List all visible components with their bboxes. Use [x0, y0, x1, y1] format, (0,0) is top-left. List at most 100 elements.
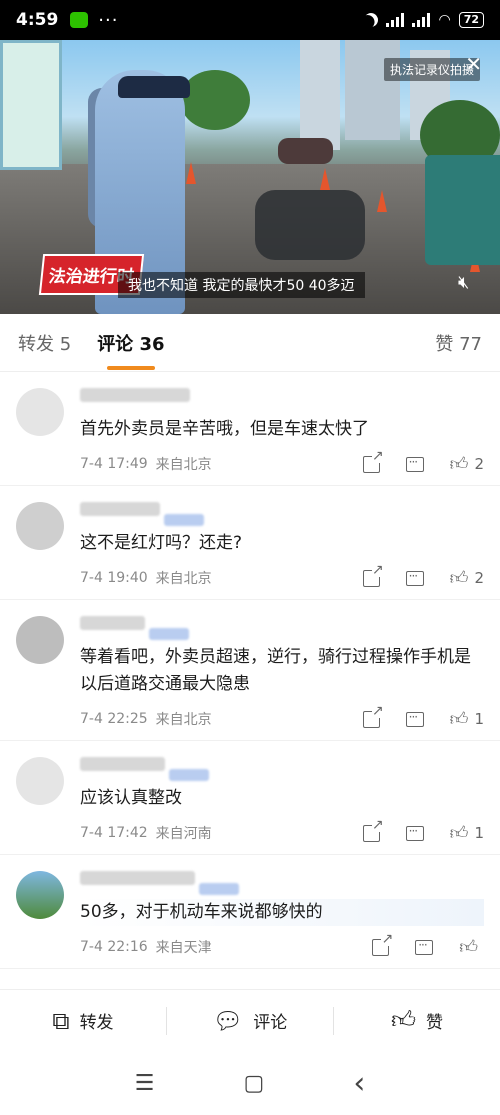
avatar[interactable] [16, 616, 64, 664]
share-button[interactable] [362, 448, 384, 473]
share-button[interactable] [362, 703, 384, 728]
status-bar: 4:59 ··· ◠ 72 [0, 0, 500, 40]
comment-text: 应该认真整改 [80, 788, 182, 808]
comment-icon: 💬︎ [212, 1006, 244, 1035]
comment-text: 这不是红灯吗？还走? [80, 533, 243, 553]
officer-cap [118, 76, 190, 98]
repost-button[interactable]: ⧉ 转发 [0, 1007, 166, 1035]
comment-icon [405, 455, 424, 472]
comment-text: 50多，对于机动车来说都够快的 [80, 899, 484, 926]
battery-indicator: 72 [458, 12, 484, 28]
more-notifications-icon: ··· [98, 9, 119, 31]
comment-time: 7-4 22:16 [80, 939, 148, 955]
video-subtitle: 我也不知道 我定的最快才50 40多迈 [118, 272, 365, 298]
comment-text: 等着看吧，外卖员超速，逆行，骑行过程操作手机是以后道路交通最大隐患 [80, 647, 471, 694]
avatar[interactable] [16, 502, 64, 550]
comment-icon [415, 938, 434, 955]
username-blurred[interactable] [80, 388, 190, 402]
like-button[interactable]: 👍︎ 1 [450, 822, 484, 844]
menu-icon[interactable]: ☰ [135, 1071, 155, 1096]
comment-location: 来自北京 [155, 571, 212, 587]
reply-button[interactable] [405, 710, 424, 727]
like-count: 1 [474, 710, 484, 728]
video-player[interactable]: 执法记录仪拍摄 ✕ 法治进行时 我也不知道 我定的最快才50 40多迈 🔇︎ [0, 40, 500, 314]
thumbs-up-icon: 👍︎ [449, 709, 469, 730]
share-icon [372, 931, 394, 956]
bottom-action-bar: ⧉ 转发 💬︎ 评论 👍︎ 赞 [0, 989, 500, 1051]
like-button[interactable]: 👍︎ [459, 936, 484, 958]
share-icon [362, 448, 384, 473]
tab-bar: 转发 5 评论 36 赞 77 [0, 314, 500, 372]
repost-label: 转发 [79, 1013, 114, 1033]
comment-location: 来自北京 [155, 457, 212, 473]
tab-reposts[interactable]: 转发 5 [18, 330, 71, 356]
comment-item[interactable]: 这不是红灯吗？还走? 7-4 19:40 来自北京 👍︎ 2 [0, 486, 500, 600]
do-not-disturb-icon [362, 10, 381, 29]
comment-icon [405, 569, 424, 586]
comment-button[interactable]: 💬︎ 评论 [167, 1007, 333, 1035]
share-button[interactable] [372, 931, 394, 956]
home-icon[interactable]: ▢ [243, 1071, 264, 1096]
comment-time: 7-4 22:25 [80, 711, 148, 727]
comment-item[interactable]: 50多，对于机动车来说都够快的 7-4 22:16 来自天津 👍︎ [0, 855, 500, 969]
share-icon [362, 817, 384, 842]
username-blurred[interactable] [80, 871, 195, 885]
system-nav-bar: ☰ ▢ ‹ [0, 1051, 500, 1115]
fallen-scooter [255, 190, 365, 260]
thumbs-up-icon: 👍︎ [449, 454, 469, 475]
comment-icon [405, 824, 424, 841]
like-button[interactable]: 👍︎ 2 [450, 453, 484, 475]
comment-location: 来自天津 [155, 940, 212, 956]
username-blurred[interactable] [80, 616, 145, 630]
thumbs-up-icon: 👍︎ [459, 937, 478, 958]
truck [425, 155, 500, 265]
user-badge-blurred [169, 769, 209, 781]
status-time: 4:59 [16, 10, 59, 30]
reply-button[interactable] [415, 938, 434, 955]
comment-time: 7-4 17:49 [80, 456, 148, 472]
comment-location: 来自河南 [155, 826, 212, 842]
car [278, 138, 333, 164]
like-count: 1 [474, 824, 484, 842]
roadside-board [0, 40, 62, 170]
avatar[interactable] [16, 388, 64, 436]
comment-location: 来自北京 [155, 712, 212, 728]
share-icon [362, 562, 384, 587]
like-button[interactable]: 👍︎ 1 [450, 708, 484, 730]
wechat-icon [70, 12, 89, 28]
comment-item[interactable]: 等着看吧，外卖员超速，逆行，骑行过程操作手机是以后道路交通最大隐患 7-4 22… [0, 600, 500, 741]
comment-item[interactable]: 首先外卖员是辛苦哦，但是车速太快了 7-4 17:49 来自北京 👍︎ 2 [0, 372, 500, 486]
like-count: 2 [474, 569, 484, 587]
comment-time: 7-4 17:42 [80, 825, 148, 841]
close-icon[interactable]: ✕ [465, 52, 482, 76]
username-blurred[interactable] [80, 757, 165, 771]
comment-time: 7-4 19:40 [80, 570, 148, 586]
like-button[interactable]: 👍︎ 2 [450, 567, 484, 589]
like-count: 2 [474, 455, 484, 473]
comment-text: 首先外卖员是辛苦哦，但是车速太快了 [80, 419, 369, 439]
thumbs-up-icon: 👍︎ [390, 1006, 417, 1034]
reply-button[interactable] [405, 455, 424, 472]
wifi-icon: ◠ [438, 12, 451, 28]
comment-item[interactable]: 应该认真整改 7-4 17:42 来自河南 👍︎ 1 [0, 741, 500, 855]
user-badge-blurred [149, 628, 189, 640]
share-button[interactable] [362, 562, 384, 587]
signal-icon-2 [412, 13, 431, 27]
mute-icon[interactable]: 🔇︎ [458, 272, 469, 293]
tab-comments[interactable]: 评论 36 [97, 330, 165, 370]
comment-icon [405, 710, 424, 727]
share-button[interactable] [362, 817, 384, 842]
reply-button[interactable] [405, 824, 424, 841]
username-blurred[interactable] [80, 502, 160, 516]
reply-button[interactable] [405, 569, 424, 586]
like-label: 赞 [426, 1013, 444, 1033]
tab-likes[interactable]: 赞 77 [435, 330, 482, 356]
like-post-button[interactable]: 👍︎ 赞 [334, 1006, 500, 1035]
back-icon[interactable]: ‹ [353, 1066, 365, 1101]
share-icon: ⧉ [52, 1006, 70, 1035]
avatar[interactable] [16, 757, 64, 805]
avatar[interactable] [16, 871, 64, 919]
user-badge-blurred [164, 514, 204, 526]
thumbs-up-icon: 👍︎ [449, 568, 469, 589]
share-icon [362, 703, 384, 728]
